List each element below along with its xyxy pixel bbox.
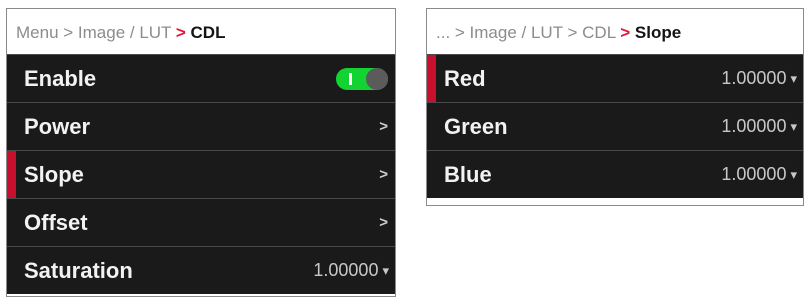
menu-item-label: Red — [444, 66, 486, 91]
breadcrumb: Menu > Image / LUT > CDL — [7, 9, 395, 54]
menu-item-green[interactable]: Green 1.00000 ▾ — [427, 102, 803, 150]
green-value-dropdown[interactable]: 1.00000 ▾ — [721, 103, 797, 151]
menu-item-saturation[interactable]: Saturation 1.00000 ▾ — [7, 246, 395, 294]
selection-indicator — [7, 151, 16, 198]
menu-item-blue[interactable]: Blue 1.00000 ▾ — [427, 150, 803, 198]
menu-item-label: Slope — [24, 162, 84, 187]
slope-menu-panel: ... > Image / LUT > CDL > Slope Red 1.00… — [426, 8, 804, 206]
value-text: 1.00000 — [721, 164, 787, 184]
enable-toggle[interactable] — [336, 68, 388, 90]
chevron-right-icon: > — [379, 118, 388, 135]
chevron-right-icon: > — [379, 214, 388, 231]
caret-down-icon: ▾ — [790, 71, 797, 86]
menu-item-power[interactable]: Power > — [7, 102, 395, 150]
menu-item-red[interactable]: Red 1.00000 ▾ — [427, 54, 803, 102]
breadcrumb-separator-icon: > — [175, 23, 191, 42]
saturation-value-dropdown[interactable]: 1.00000 ▾ — [313, 247, 389, 295]
menu-item-offset[interactable]: Offset > — [7, 198, 395, 246]
breadcrumb-path[interactable]: Menu > Image / LUT — [16, 23, 171, 42]
caret-down-icon: ▾ — [790, 167, 797, 182]
red-value-dropdown[interactable]: 1.00000 ▾ — [721, 55, 797, 103]
menu-item-label: Power — [24, 114, 91, 139]
value-text: 1.00000 — [313, 260, 379, 280]
value-text: 1.00000 — [721, 68, 787, 88]
chevron-right-icon: > — [379, 166, 388, 183]
toggle-knob — [366, 68, 388, 90]
caret-down-icon: ▾ — [790, 119, 797, 134]
value-text: 1.00000 — [721, 116, 787, 136]
breadcrumb-current: CDL — [190, 23, 226, 42]
menu-item-label: Enable — [24, 66, 97, 91]
breadcrumb-separator-icon: > — [620, 23, 635, 42]
breadcrumb: ... > Image / LUT > CDL > Slope — [427, 9, 803, 54]
menu-item-label: Blue — [444, 162, 492, 187]
menu-item-label: Offset — [24, 210, 88, 235]
menu-item-enable[interactable]: Enable — [7, 54, 395, 102]
menu-item-label: Green — [444, 114, 508, 139]
breadcrumb-path[interactable]: ... > Image / LUT > CDL — [436, 23, 616, 42]
selection-indicator — [427, 55, 436, 102]
blue-value-dropdown[interactable]: 1.00000 ▾ — [721, 151, 797, 199]
cdl-menu-panel: Menu > Image / LUT > CDL Enable Power > … — [6, 8, 396, 297]
menu-item-slope[interactable]: Slope > — [7, 150, 395, 198]
menu-item-label: Saturation — [24, 258, 133, 283]
toggle-on-icon — [349, 73, 352, 85]
breadcrumb-current: Slope — [634, 23, 682, 42]
caret-down-icon: ▾ — [382, 263, 389, 278]
